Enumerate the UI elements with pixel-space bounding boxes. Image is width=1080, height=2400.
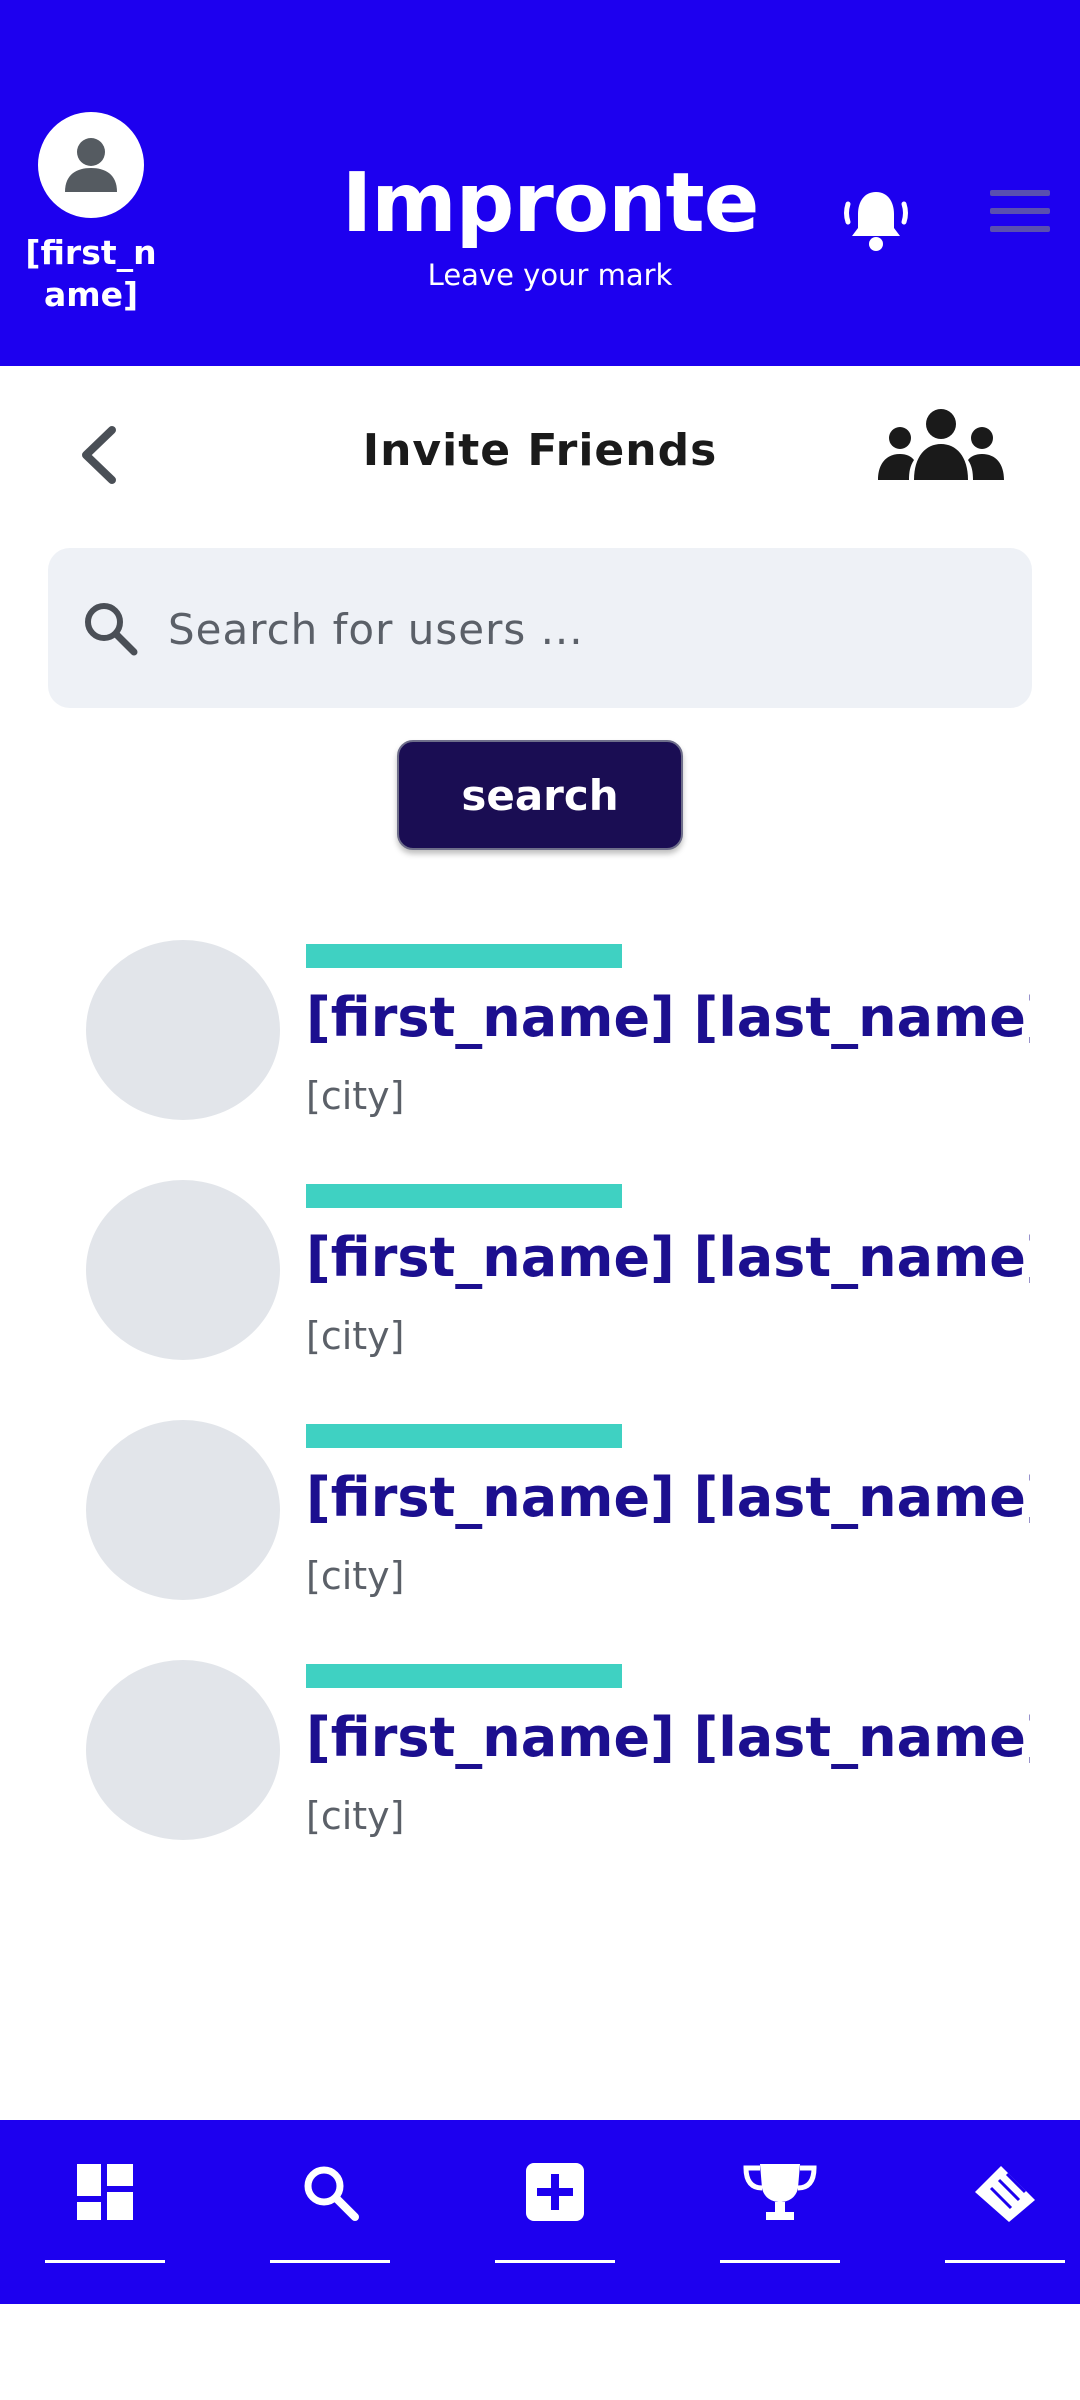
handshake-icon — [975, 2166, 1035, 2222]
nav-underline — [45, 2260, 165, 2263]
list-item[interactable]: [first_name] [last_name] [city] — [0, 1180, 1080, 1380]
result-accent-bar — [306, 944, 622, 968]
brand-title: Impronte — [341, 156, 760, 251]
search-button[interactable]: search — [397, 740, 683, 850]
hamburger-menu-icon[interactable] — [990, 190, 1050, 234]
group-users-icon[interactable] — [878, 408, 1004, 480]
back-chevron-icon[interactable] — [70, 418, 130, 492]
result-name: [first_name] [last_name] — [306, 1226, 1030, 1289]
result-city: [city] — [306, 1074, 405, 1118]
nav-handshake[interactable] — [945, 2120, 1065, 2304]
result-accent-bar — [306, 1424, 622, 1448]
add-icon — [526, 2163, 584, 2221]
notification-bell-icon[interactable] — [838, 182, 914, 258]
result-avatar — [86, 1420, 280, 1600]
list-item[interactable]: [first_name] [last_name] [city] — [0, 940, 1080, 1140]
user-icon — [65, 138, 117, 192]
nav-trophy[interactable] — [720, 2120, 840, 2304]
list-item[interactable]: [first_name] [last_name] [city] — [0, 1660, 1080, 1860]
nav-underline — [495, 2260, 615, 2263]
search-icon — [85, 603, 138, 656]
nav-dashboard[interactable] — [45, 2120, 165, 2304]
search-icon — [304, 2166, 359, 2221]
result-accent-bar — [306, 1184, 622, 1208]
result-avatar — [86, 1660, 280, 1840]
bottom-nav — [0, 2120, 1080, 2304]
result-name: [first_name] [last_name] — [306, 986, 1030, 1049]
trophy-icon — [743, 2164, 817, 2220]
result-city: [city] — [306, 1314, 405, 1358]
result-avatar — [86, 1180, 280, 1360]
nav-underline — [270, 2260, 390, 2263]
result-accent-bar — [306, 1664, 622, 1688]
user-profile[interactable]: [first_name] — [20, 112, 162, 316]
app-header: [first_name] Impronte Leave your mark — [0, 0, 1080, 366]
avatar[interactable] — [38, 112, 144, 218]
nav-add[interactable] — [495, 2120, 615, 2304]
page-title: Invite Friends — [362, 425, 718, 476]
brand-subtitle: Leave your mark — [427, 258, 673, 292]
result-name: [first_name] [last_name] — [306, 1466, 1030, 1529]
nav-underline — [945, 2260, 1065, 2263]
result-name: [first_name] [last_name] — [306, 1706, 1030, 1769]
user-name: [first_name] — [25, 233, 157, 314]
app-root: [first_name] Impronte Leave your mark In… — [0, 0, 1080, 2400]
brand: Impronte Leave your mark — [300, 156, 800, 292]
result-city: [city] — [306, 1794, 405, 1838]
nav-search[interactable] — [270, 2120, 390, 2304]
result-city: [city] — [306, 1554, 405, 1598]
dashboard-icon — [77, 2164, 133, 2220]
search-input[interactable] — [168, 594, 988, 664]
result-avatar — [86, 940, 280, 1120]
list-item[interactable]: [first_name] [last_name] [city] — [0, 1420, 1080, 1620]
nav-underline — [720, 2260, 840, 2263]
